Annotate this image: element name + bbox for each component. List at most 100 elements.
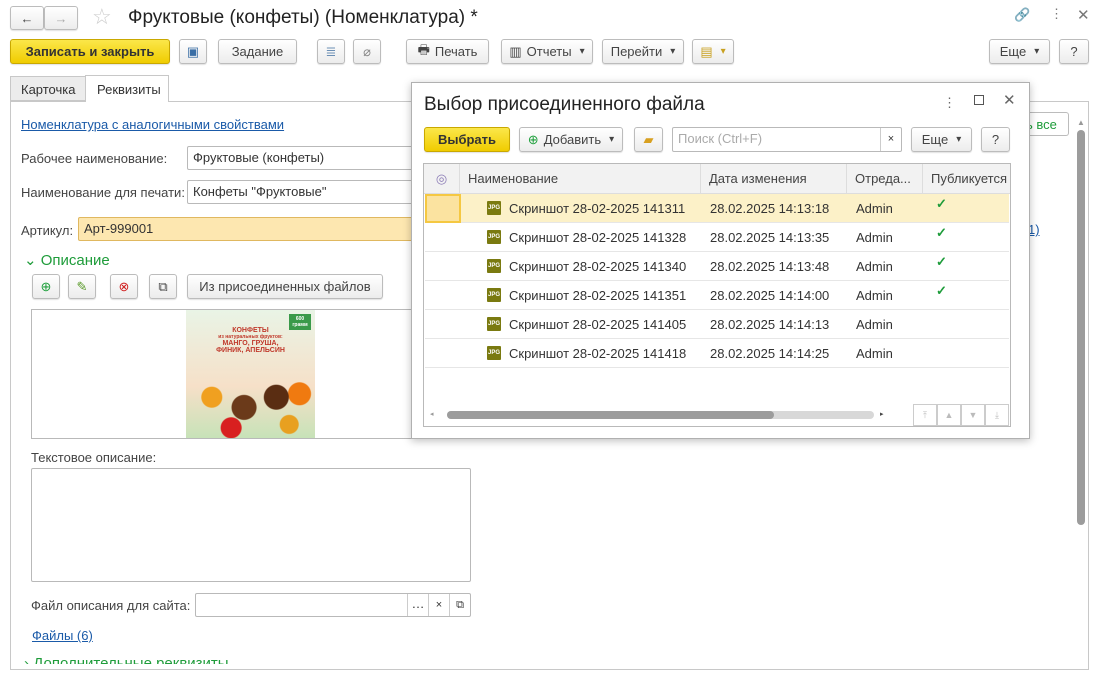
- first-row-icon[interactable]: ⤒: [913, 404, 937, 426]
- save-icon[interactable]: ▣: [179, 39, 207, 64]
- close-icon[interactable]: ✕: [1077, 6, 1090, 24]
- row-editor: Admin: [856, 200, 893, 216]
- print-name-field[interactable]: Конфеты "Фруктовые": [187, 180, 427, 204]
- table-row[interactable]: JPG Скриншот 28-02-2025 141340 28.02.2025…: [425, 252, 1009, 281]
- table-row[interactable]: JPG Скриншот 28-02-2025 141328 28.02.2025…: [425, 223, 1009, 252]
- search-clear-icon[interactable]: ×: [880, 128, 901, 151]
- table-row[interactable]: JPG Скриншот 28-02-2025 141351 28.02.2025…: [425, 281, 1009, 310]
- table-row[interactable]: JPG Скриншот 28-02-2025 141418 28.02.2025…: [425, 339, 1009, 368]
- help-button[interactable]: ?: [1059, 39, 1089, 64]
- site-file-label: Файл описания для сайта:: [31, 598, 191, 613]
- article-field[interactable]: Арт-999001: [78, 217, 428, 241]
- link-icon[interactable]: 🔗: [1014, 7, 1030, 23]
- save-close-button[interactable]: Записать и закрыть: [10, 39, 170, 64]
- jpg-file-icon: JPG: [487, 259, 501, 273]
- tab-requisites[interactable]: Реквизиты: [85, 75, 169, 102]
- jpg-file-icon: JPG: [487, 317, 501, 331]
- dialog-more-icon[interactable]: ⋮: [943, 95, 956, 111]
- article-label: Артикул:: [21, 223, 74, 238]
- product-image: КОНФЕТЫ из натуральных фруктов: МАНГО, Г…: [186, 310, 315, 438]
- delete-icon[interactable]: ⊗: [110, 274, 138, 299]
- open-file-icon[interactable]: ⧉: [449, 594, 470, 616]
- text-description-field[interactable]: [31, 468, 471, 582]
- column-editor[interactable]: Отреда...: [847, 163, 923, 194]
- tab-card[interactable]: Карточка: [10, 76, 86, 101]
- similar-items-link[interactable]: Номенклатура с аналогичными свойствами: [21, 117, 284, 132]
- column-name[interactable]: Наименование: [460, 163, 701, 194]
- print-button[interactable]: 🖶 Печать: [406, 39, 489, 64]
- list-icon[interactable]: ≣: [317, 39, 345, 64]
- add-icon[interactable]: ⊕: [32, 274, 60, 299]
- row-editor: Admin: [856, 316, 893, 332]
- dialog-more-button[interactable]: Еще: [911, 127, 972, 152]
- row-editor: Admin: [856, 287, 893, 303]
- row-name: JPG Скриншот 28-02-2025 141340: [487, 258, 687, 274]
- row-marker: [425, 310, 461, 339]
- more-button[interactable]: Еще: [989, 39, 1050, 64]
- jpg-file-icon: JPG: [487, 346, 501, 360]
- published-check-icon: ✓: [936, 254, 947, 269]
- row-date: 28.02.2025 14:14:25: [710, 345, 830, 361]
- goto-button[interactable]: Перейти: [602, 39, 684, 64]
- extra-requisites-header[interactable]: › Дополнительные реквизиты: [24, 654, 229, 664]
- more-vert-icon[interactable]: ⋮: [1050, 6, 1063, 22]
- row-editor: Admin: [856, 345, 893, 361]
- select-button[interactable]: Выбрать: [424, 127, 510, 152]
- table-header: ◎ Наименование Дата изменения Отреда... …: [424, 163, 1010, 194]
- forward-button[interactable]: →: [44, 6, 78, 30]
- search-input[interactable]: Поиск (Ctrl+F): [672, 127, 902, 152]
- column-date[interactable]: Дата изменения: [701, 163, 847, 194]
- row-date: 28.02.2025 14:14:00: [710, 287, 830, 303]
- dialog-help-button[interactable]: ?: [981, 127, 1010, 152]
- row-marker: [425, 281, 461, 310]
- files-table: ◎ Наименование Дата изменения Отреда... …: [423, 163, 1011, 427]
- reports-button[interactable]: ▥ Отчеты: [501, 39, 593, 64]
- table-row[interactable]: JPG Скриншот 28-02-2025 141405 28.02.2025…: [425, 310, 1009, 339]
- open-icon[interactable]: ⧉: [149, 274, 177, 299]
- row-editor: Admin: [856, 258, 893, 274]
- form-scrollbar[interactable]: ▲: [1076, 118, 1086, 666]
- row-editor: Admin: [856, 229, 893, 245]
- task-button[interactable]: Задание: [218, 39, 297, 64]
- dialog-title: Выбор присоединенного файла: [424, 94, 705, 115]
- back-button[interactable]: ←: [10, 6, 44, 30]
- published-check-icon: ✓: [936, 225, 947, 240]
- row-date: 28.02.2025 14:13:35: [710, 229, 830, 245]
- clear-icon[interactable]: ×: [428, 594, 449, 616]
- jpg-file-icon: JPG: [487, 201, 501, 215]
- report-icon: ▥: [509, 43, 522, 59]
- row-date: 28.02.2025 14:14:13: [710, 316, 830, 332]
- prev-row-icon[interactable]: ▲: [937, 404, 961, 426]
- create-on-basis-button[interactable]: ▤: [692, 39, 734, 64]
- paperclip-icon[interactable]: ⌀: [353, 39, 381, 64]
- horizontal-scrollbar[interactable]: ◂ ▸: [430, 408, 890, 420]
- row-marker: [425, 223, 461, 252]
- published-check-icon: ✓: [936, 196, 947, 211]
- work-name-field[interactable]: Фруктовые (конфеты): [187, 146, 427, 170]
- row-name: JPG Скриншот 28-02-2025 141405: [487, 316, 687, 332]
- files-link[interactable]: Файлы (6): [32, 628, 93, 643]
- text-description-label: Текстовое описание:: [31, 450, 157, 465]
- add-folder-icon[interactable]: ▰: [634, 127, 663, 152]
- row-date: 28.02.2025 14:13:48: [710, 258, 830, 274]
- row-marker: [425, 252, 461, 281]
- dialog-close-icon[interactable]: ✕: [1003, 91, 1016, 109]
- choose-button[interactable]: …: [407, 594, 428, 616]
- jpg-file-icon: JPG: [487, 288, 501, 302]
- add-circle-icon: ⊕: [527, 131, 539, 147]
- add-button[interactable]: ⊕ Добавить: [519, 127, 623, 152]
- last-row-icon[interactable]: ⤓: [985, 404, 1009, 426]
- jpg-file-icon: JPG: [487, 230, 501, 244]
- star-icon[interactable]: ☆: [92, 4, 112, 30]
- description-header[interactable]: ⌄ Описание: [24, 251, 110, 269]
- edit-icon[interactable]: ✎: [68, 274, 96, 299]
- column-settings-icon[interactable]: ◎: [424, 163, 460, 194]
- next-row-icon[interactable]: ▼: [961, 404, 985, 426]
- row-name: JPG Скриншот 28-02-2025 141328: [487, 229, 687, 245]
- row-name: JPG Скриншот 28-02-2025 141311: [487, 200, 686, 216]
- from-files-button[interactable]: Из присоединенных файлов: [187, 274, 383, 299]
- column-published[interactable]: Публикуется: [923, 171, 1007, 186]
- maximize-icon[interactable]: [974, 95, 984, 105]
- row-marker: [425, 339, 461, 368]
- table-row[interactable]: JPG Скриншот 28-02-2025 141311 28.02.2025…: [425, 193, 1009, 223]
